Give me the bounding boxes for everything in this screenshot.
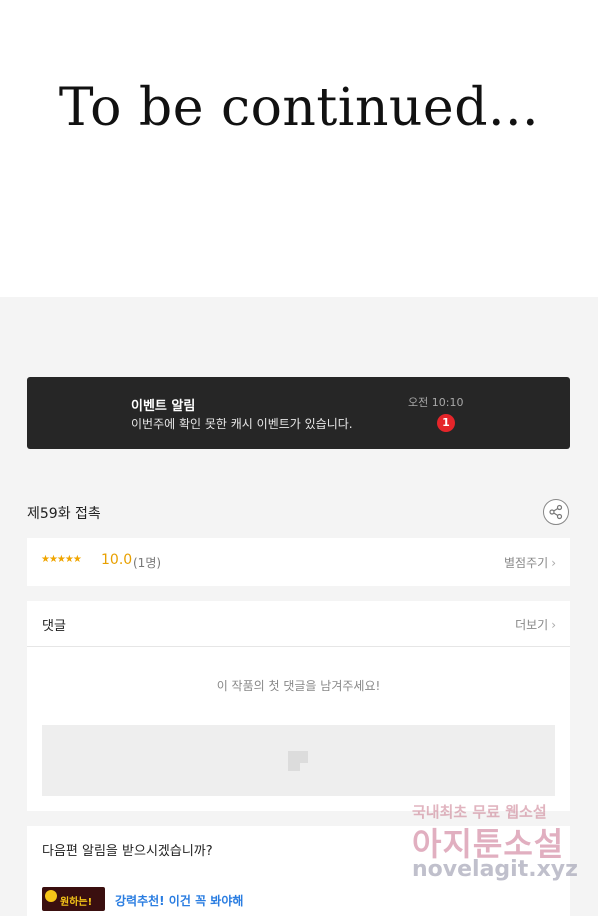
notice-question: 다음편 알림을 받으시겠습니까? [42,844,213,859]
next-episode-notice: 다음편 알림을 받으시겠습니까? 원하는! 강력추천! 이건 꼭 봐야해 [27,826,570,916]
comment-input[interactable] [42,725,555,796]
banner-time: 오전 10:10 [408,396,464,409]
banner-description: 이번주에 확인 못한 캐시 이벤트가 있습니다. [131,417,353,431]
comments-header: 댓글 [42,619,66,634]
comments-more-label: 더보기 [515,618,549,632]
event-notification-banner[interactable]: 이벤트 알림 이번주에 확인 못한 캐시 이벤트가 있습니다. 오전 10:10… [27,377,570,449]
comments-section: 댓글 더보기 › 이 작품의 첫 댓글을 남겨주세요! [27,601,570,811]
comment-placeholder-icon [288,751,308,771]
chevron-right-icon: › [551,556,556,570]
banner-title: 이벤트 알림 [131,399,196,414]
rating-count: (1명) [133,556,162,570]
notification-badge: 1 [437,414,455,432]
chevron-right-icon: › [551,618,556,632]
to-be-continued-text: To be continued... [58,78,540,138]
share-button[interactable] [543,499,569,525]
rating-score: 10.0 [101,552,133,568]
episode-title: 제59화 접촉 [27,506,101,522]
promo-thumbnail[interactable]: 원하는! [42,887,105,911]
rate-button[interactable]: 별점주기 › [504,554,556,571]
comments-more-link[interactable]: 더보기 › [515,616,556,633]
promo-link[interactable]: 강력추천! 이건 꼭 봐야해 [115,892,243,909]
empty-comments-message: 이 작품의 첫 댓글을 남겨주세요! [216,679,381,693]
divider [27,646,570,647]
rating-stars: ★★★★★ [41,554,82,565]
rate-button-label: 별점주기 [504,556,549,570]
rating-card: ★★★★★ 10.0 (1명) 별점주기 › [27,538,570,586]
share-icon [549,504,563,520]
alarm-clock-icon [45,890,57,902]
episode-end-panel: To be continued... [0,0,598,297]
